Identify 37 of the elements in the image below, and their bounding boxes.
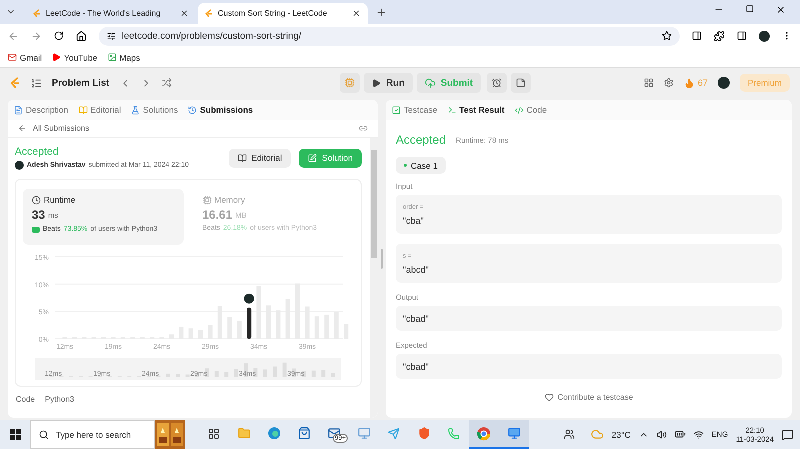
- expected-value: "cbad": [403, 362, 430, 372]
- code-label: Code: [16, 395, 36, 404]
- tab-title: LeetCode - The World's Leading: [46, 9, 162, 18]
- editorial-button[interactable]: Editorial: [228, 148, 292, 168]
- browser-tab[interactable]: LeetCode - The World's Leading: [26, 3, 196, 24]
- taskbar-search-field[interactable]: Type here to search: [30, 420, 155, 449]
- case-tab[interactable]: Case 1: [396, 157, 446, 174]
- stat-label: Memory: [214, 195, 246, 205]
- browser-tab[interactable]: Custom Sort String - LeetCode: [198, 3, 368, 24]
- panel-tab[interactable]: Submissions: [188, 105, 254, 115]
- output-value: "cbad": [403, 314, 430, 324]
- status-text: Accepted: [15, 146, 60, 158]
- panel-tab[interactable]: Description: [14, 105, 69, 115]
- panel-tab[interactable]: Code: [514, 105, 548, 115]
- temperature: 23°C: [612, 430, 631, 440]
- panel-tab[interactable]: Test Result: [448, 105, 505, 115]
- stat-value: 33: [32, 208, 46, 222]
- variable-value: "abcd": [403, 264, 430, 274]
- contribute-link[interactable]: Contribute a testcase: [558, 393, 634, 402]
- streak-count: 67: [698, 78, 708, 88]
- panel-tab[interactable]: Editorial: [78, 105, 122, 115]
- tab-title: Custom Sort String - LeetCode: [218, 9, 328, 18]
- bookmark-link[interactable]: Maps: [108, 52, 140, 62]
- variable-value: "cba": [403, 216, 425, 226]
- stat-value: 16.61: [202, 208, 233, 222]
- run-button[interactable]: Run: [364, 73, 413, 93]
- address-bar[interactable]: leetcode.com/problems/custom-sort-string/: [99, 26, 680, 46]
- stat-label: Runtime: [44, 195, 76, 205]
- problem-list-link[interactable]: Problem List: [52, 78, 110, 88]
- bookmark-link[interactable]: Gmail: [8, 52, 42, 62]
- all-submissions-link[interactable]: All Submissions: [33, 124, 90, 133]
- language-label: Python3: [45, 395, 74, 404]
- panel-tab[interactable]: Solutions: [131, 105, 178, 115]
- url-text: leetcode.com/problems/custom-sort-string/: [122, 30, 303, 42]
- bookmark-link[interactable]: YouTube: [52, 52, 98, 62]
- panel-tab[interactable]: Testcase: [392, 105, 438, 115]
- result-status: Accepted: [396, 133, 446, 147]
